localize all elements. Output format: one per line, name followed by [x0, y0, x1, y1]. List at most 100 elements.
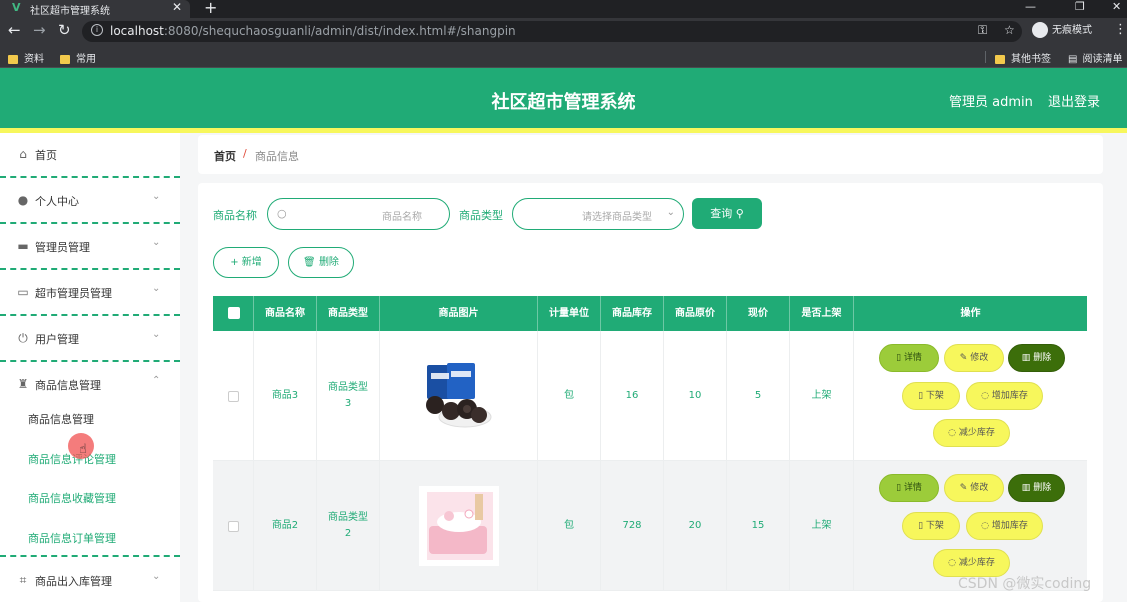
- chevron-down-icon: ⌄: [666, 207, 675, 218]
- sidebar-item-users[interactable]: ⏻ 用户管理 ⌄: [0, 317, 180, 362]
- product-type-select[interactable]: 请选择商品类型 ⌄: [512, 198, 684, 230]
- incognito-profile[interactable]: 无痕模式: [1032, 21, 1092, 41]
- doc-icon: ▯: [918, 521, 924, 531]
- reload-icon[interactable]: ↻: [58, 21, 71, 39]
- breadcrumb-home[interactable]: 首页: [214, 148, 236, 164]
- minimize-icon[interactable]: —: [1025, 0, 1036, 13]
- window-close-icon[interactable]: ✕: [1112, 0, 1121, 13]
- watermark: CSDN @微实coding: [958, 576, 1092, 592]
- column-header: 现价: [727, 296, 790, 331]
- row-checkbox[interactable]: [227, 390, 239, 402]
- cell-unit: 包: [538, 331, 601, 461]
- product-name-label: 商品名称: [213, 209, 257, 222]
- sidebar-subitem-product-favorites[interactable]: 商品信息收藏管理: [0, 477, 180, 517]
- column-header: 商品图片: [380, 296, 538, 331]
- cell-on-sale: 上架: [790, 461, 854, 591]
- cell-product-image: [380, 461, 538, 591]
- query-button[interactable]: 查询 ⚲: [692, 198, 762, 229]
- tab-title: 社区超市管理系统: [30, 6, 110, 17]
- reduce-stock-button[interactable]: ◌ 减少库存: [933, 419, 1010, 447]
- chevron-up-icon: ⌃: [152, 375, 161, 386]
- add-stock-button[interactable]: ◌ 增加库存: [966, 512, 1043, 540]
- select-all-checkbox[interactable]: [228, 307, 240, 319]
- sidebar-item-label: 首页: [35, 149, 57, 162]
- sidebar-item-label: 管理员管理: [35, 241, 90, 254]
- cell-on-sale: 上架: [790, 331, 854, 461]
- bulb-icon: ◌: [948, 558, 956, 568]
- product-name-input[interactable]: ○ 商品名称: [267, 198, 450, 230]
- cell-stock: 16: [601, 331, 664, 461]
- reading-list[interactable]: ▤ 阅读清单: [1068, 50, 1122, 65]
- sidebar-item-profile[interactable]: ● 个人中心 ⌄: [0, 179, 180, 224]
- bookmark-divider: [985, 51, 986, 63]
- id-card-icon: ▭: [17, 285, 29, 299]
- url-input[interactable]: i localhost:8080/shequchaosguanli/admin/…: [82, 21, 1022, 42]
- browser-menu-icon[interactable]: ⋮: [1114, 22, 1127, 37]
- close-icon[interactable]: ✕: [172, 0, 182, 14]
- doc-icon: ▯: [918, 391, 924, 401]
- cell-product-type: 商品类型2: [317, 461, 380, 591]
- add-button[interactable]: + 新增: [213, 247, 279, 278]
- delete-button[interactable]: ▥ 删除: [1008, 474, 1065, 502]
- cell-price: 5: [727, 331, 790, 461]
- folder-icon: [60, 54, 70, 64]
- forward-icon[interactable]: →: [33, 21, 46, 39]
- hand-cursor-icon: ☝: [79, 442, 87, 457]
- sidebar-item-home[interactable]: ⌂ 首页: [0, 133, 180, 178]
- app-header: 社区超市管理系统 管理员 admin 退出登录: [0, 68, 1127, 128]
- edit-button[interactable]: ✎ 修改: [944, 474, 1004, 502]
- offshelf-button[interactable]: ▯ 下架: [902, 512, 960, 540]
- batch-delete-button[interactable]: 🗑 删除: [288, 247, 354, 278]
- column-header: 商品类型: [317, 296, 380, 331]
- sidebar-subitem-product-info[interactable]: 商品信息管理: [0, 398, 180, 438]
- trash-icon: ▥: [1021, 483, 1031, 493]
- cell-product-type: 商品类型3: [317, 331, 380, 461]
- edit-button[interactable]: ✎ 修改: [944, 344, 1004, 372]
- bulb-icon: ◌: [981, 521, 989, 531]
- key-icon[interactable]: ⚿: [978, 23, 987, 38]
- folder-icon: [8, 54, 18, 64]
- sidebar-subitem-label: 商品信息管理: [28, 413, 94, 426]
- product-type-placeholder: 请选择商品类型: [582, 212, 652, 223]
- star-icon[interactable]: ☆: [1004, 23, 1015, 37]
- sidebar-item-market-admins[interactable]: ▭ 超市管理员管理 ⌄: [0, 271, 180, 316]
- pencil-icon: ✎: [959, 353, 968, 363]
- delete-button[interactable]: ▥ 删除: [1008, 344, 1065, 372]
- cell-original-price: 10: [664, 331, 727, 461]
- sidebar-subitem-product-orders[interactable]: 商品信息订单管理: [0, 517, 180, 557]
- breadcrumb-separator: /: [243, 147, 247, 160]
- product-name-placeholder: 商品名称: [382, 212, 422, 223]
- cell-actions: ▯ 详情 ✎ 修改 ▥ 删除 ▯ 下架 ◌ 增加库存 ◌ 减少库存: [854, 331, 1087, 461]
- add-stock-button[interactable]: ◌ 增加库存: [966, 382, 1043, 410]
- cell-product-name: 商品3: [254, 331, 317, 461]
- product-type-label: 商品类型: [459, 209, 503, 222]
- sidebar-subitem-label: 商品信息收藏管理: [28, 492, 116, 505]
- home-icon: ⌂: [19, 147, 27, 161]
- crop-icon: ⌗: [19, 573, 27, 587]
- url-text: localhost:8080/shequchaosguanli/admin/di…: [110, 24, 516, 38]
- column-header: 操作: [960, 308, 981, 319]
- detail-button[interactable]: ▯ 详情: [879, 474, 939, 502]
- back-icon[interactable]: ←: [8, 21, 21, 39]
- bookmark-folder-other[interactable]: 其他书签: [995, 50, 1051, 65]
- row-checkbox[interactable]: [227, 520, 239, 532]
- sidebar-item-stock-io[interactable]: ⌗ 商品出入库管理 ⌄: [0, 559, 180, 602]
- sidebar-item-admins[interactable]: ▬ 管理员管理 ⌄: [0, 225, 180, 270]
- offshelf-button[interactable]: ▯ 下架: [902, 382, 960, 410]
- breadcrumb: 首页 / 商品信息: [198, 135, 1103, 174]
- detail-button[interactable]: ▯ 详情: [879, 344, 939, 372]
- sidebar-item-label: 商品出入库管理: [35, 575, 112, 588]
- restore-icon[interactable]: ❐: [1075, 0, 1085, 13]
- content-card: 商品名称 ○ 商品名称 商品类型 请选择商品类型 ⌄ 查询 ⚲ + 新增 🗑 删…: [198, 183, 1103, 602]
- logout-button[interactable]: 退出登录: [1048, 91, 1100, 110]
- new-tab-icon[interactable]: +: [204, 0, 217, 17]
- info-icon[interactable]: i: [91, 24, 103, 36]
- browser-tab[interactable]: V 社区超市管理系统 ✕: [0, 0, 190, 18]
- cell-product-name: 商品2: [254, 461, 317, 591]
- cell-unit: 包: [538, 461, 601, 591]
- header-select-all[interactable]: [213, 296, 254, 331]
- bookmark-folder[interactable]: 资料: [8, 50, 44, 65]
- bookmark-folder[interactable]: 常用: [60, 50, 96, 65]
- monitor-icon: ▬: [17, 239, 29, 253]
- cell-price: 15: [727, 461, 790, 591]
